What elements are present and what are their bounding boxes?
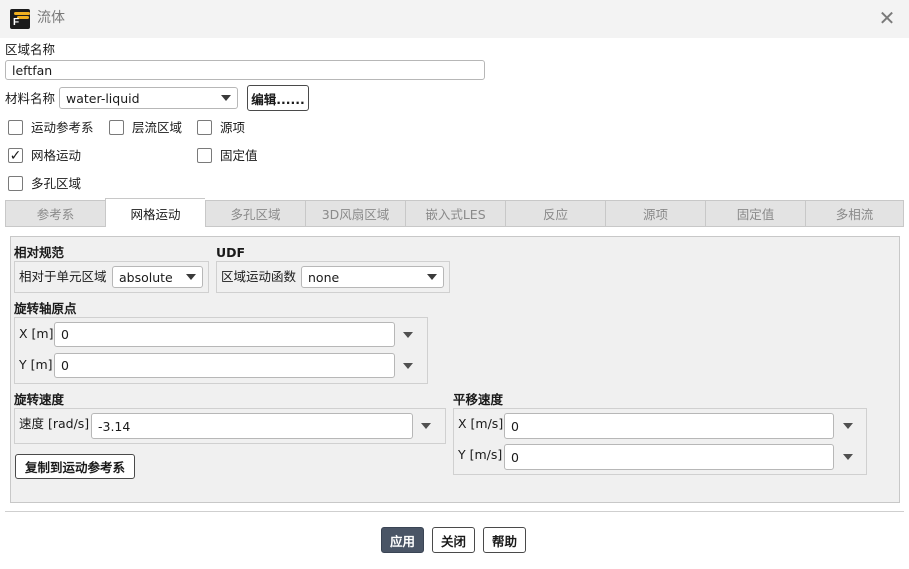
origin-x-value: 0: [61, 327, 69, 342]
relative-spec-heading: 相对规范: [14, 245, 65, 260]
trans-y-value: 0: [511, 449, 519, 465]
mesh-motion-label: 网格运动: [31, 148, 82, 163]
chevron-down-icon: [186, 274, 196, 280]
rotation-velocity-heading: 旋转速度: [14, 392, 65, 407]
origin-x-dropdown-icon[interactable]: [403, 332, 413, 338]
origin-y-value: 0: [61, 358, 69, 373]
source-label: 源项: [220, 120, 246, 135]
origin-y-input[interactable]: 0: [54, 353, 395, 378]
speed-label: 速度 [rad/s]: [19, 416, 90, 431]
relative-zone-value: absolute: [119, 269, 173, 285]
tab-fixed-values[interactable]: 固定值: [705, 200, 805, 227]
zone-name-value: leftfan: [12, 62, 53, 78]
speed-input[interactable]: -3.14: [91, 413, 413, 439]
zone-motion-function-label: 区域运动函数: [221, 269, 297, 284]
translation-velocity-heading: 平移速度: [453, 392, 504, 407]
copy-to-frame-motion-button[interactable]: 复制到运动参考系: [15, 454, 135, 479]
footer-separator: [5, 511, 904, 512]
chevron-down-icon: [427, 274, 437, 280]
tab-bar: 参考系 网格运动 多孔区域 3D风扇区域 嵌入式LES 反应 源项 固定值 多相…: [5, 198, 904, 227]
trans-y-dropdown-icon[interactable]: [843, 454, 853, 460]
laminar-checkbox[interactable]: [109, 120, 124, 135]
laminar-label: 层流区域: [132, 120, 183, 135]
help-button[interactable]: 帮助: [483, 527, 526, 553]
tab-embedded-les[interactable]: 嵌入式LES: [405, 200, 505, 227]
moving-ref-label: 运动参考系: [31, 120, 94, 135]
material-label: 材料名称: [5, 91, 56, 106]
fixed-values-checkbox[interactable]: [197, 148, 212, 163]
tab-porous-zone[interactable]: 多孔区域: [205, 200, 305, 227]
zone-motion-function-select[interactable]: none: [301, 266, 444, 288]
title-bar: [0, 0, 909, 38]
relative-zone-label: 相对于单元区域: [19, 269, 107, 284]
tab-source-terms[interactable]: 源项: [605, 200, 705, 227]
porous-checkbox[interactable]: [8, 176, 23, 191]
material-value: water-liquid: [66, 90, 140, 106]
apply-button[interactable]: 应用: [381, 527, 424, 553]
origin-x-input[interactable]: 0: [54, 322, 395, 347]
trans-x-value: 0: [511, 418, 519, 434]
source-checkbox[interactable]: [197, 120, 212, 135]
udf-heading: UDF: [216, 245, 246, 260]
mesh-motion-checkbox[interactable]: ✓: [8, 148, 23, 163]
relative-zone-select[interactable]: absolute: [112, 266, 203, 288]
zone-name-label: 区域名称: [5, 42, 56, 57]
speed-value: -3.14: [98, 418, 131, 434]
window-title: 流体: [37, 10, 65, 26]
zone-name-input[interactable]: leftfan: [5, 60, 485, 80]
fixed-values-label: 固定值: [220, 148, 258, 163]
origin-y-dropdown-icon[interactable]: [403, 363, 413, 369]
app-logo-icon: F: [10, 9, 30, 29]
trans-x-input[interactable]: 0: [504, 413, 834, 439]
porous-label: 多孔区域: [31, 176, 82, 191]
chevron-down-icon: [221, 95, 231, 101]
tab-reaction[interactable]: 反应: [505, 200, 605, 227]
material-select[interactable]: water-liquid: [59, 87, 238, 109]
trans-x-label: X [m/s]: [458, 416, 504, 431]
tab-multiphase[interactable]: 多相流: [805, 200, 904, 227]
checkmark-icon: ✓: [9, 147, 22, 164]
tab-reference-frame[interactable]: 参考系: [5, 200, 105, 227]
rotation-origin-heading: 旋转轴原点: [14, 301, 77, 316]
origin-x-label: X [m]: [19, 326, 54, 341]
speed-dropdown-icon[interactable]: [421, 423, 431, 429]
tab-mesh-motion[interactable]: 网格运动: [105, 198, 205, 227]
close-icon[interactable]: ✕: [876, 7, 898, 29]
trans-y-label: Y [m/s]: [458, 447, 503, 462]
close-button[interactable]: 关闭: [432, 527, 475, 553]
tab-3d-fan-zone[interactable]: 3D风扇区域: [305, 200, 405, 227]
origin-y-label: Y [m]: [19, 357, 53, 372]
zone-motion-function-value: none: [308, 269, 340, 285]
trans-x-dropdown-icon[interactable]: [843, 423, 853, 429]
edit-material-button[interactable]: 编辑......: [247, 85, 309, 111]
moving-ref-checkbox[interactable]: [8, 120, 23, 135]
trans-y-input[interactable]: 0: [504, 444, 834, 470]
